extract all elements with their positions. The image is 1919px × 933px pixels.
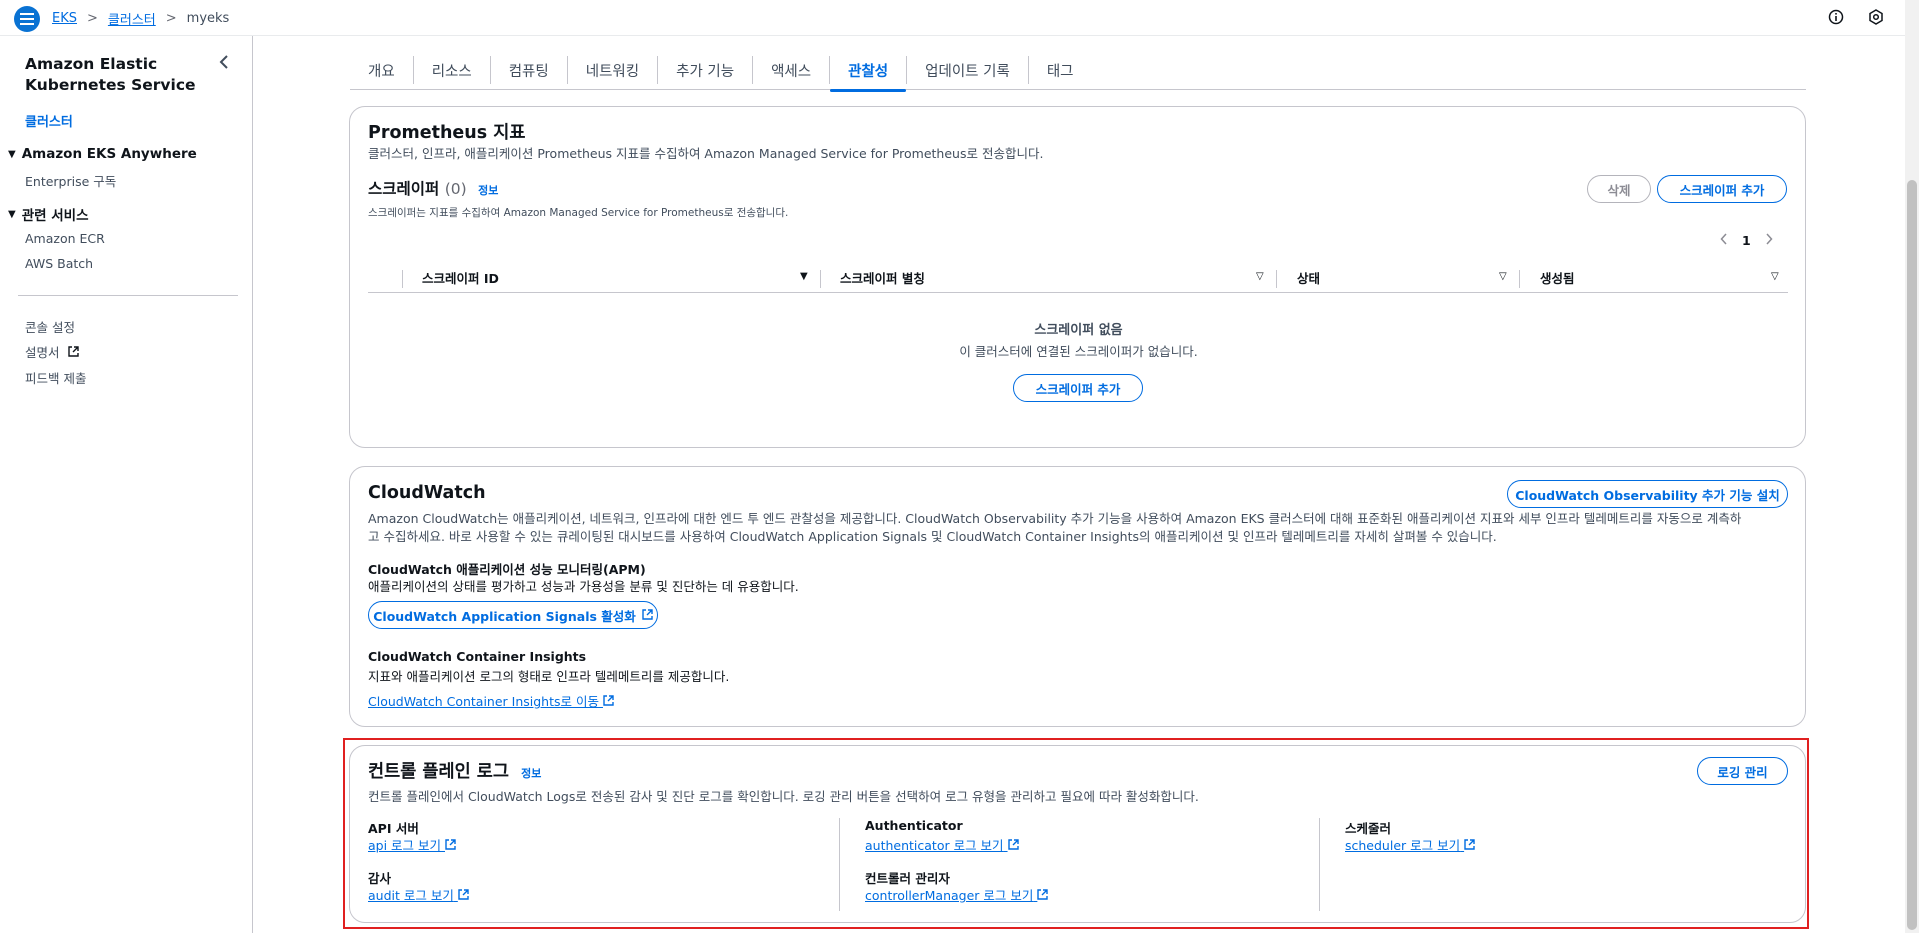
sidebar-item-ecr[interactable]: Amazon ECR [25, 231, 105, 246]
column-scraper-id[interactable]: 스크레이퍼 ID [422, 263, 499, 291]
sidebar-section-eks-anywhere[interactable]: ▼ Amazon EKS Anywhere [8, 146, 197, 162]
sidebar-section-related-services[interactable]: ▼ 관련 서비스 [8, 204, 89, 224]
info-link[interactable]: 정보 [478, 184, 498, 197]
cloudwatch-description-line2: 고 수집하세요. 바로 사용할 수 있는 큐레이팅된 대시보드를 사용하여 Cl… [368, 529, 1497, 544]
cloudwatch-card: CloudWatch CloudWatch Observability 추가 기… [349, 466, 1806, 727]
sidebar-item-label: 설명서 [25, 345, 60, 360]
sort-icon[interactable]: ▽ [1256, 271, 1264, 282]
info-icon[interactable] [1827, 8, 1845, 26]
tab-access[interactable]: 액세스 [753, 56, 831, 84]
delete-button[interactable]: 삭제 [1587, 175, 1651, 203]
chevron-right-icon: > [87, 11, 98, 26]
apm-description: 애플리케이션의 상태를 평가하고 성능과 가용성을 분류 및 진단하는 데 유용… [368, 579, 799, 594]
column-separator [402, 270, 403, 288]
caret-down-icon: ▼ [8, 208, 16, 220]
container-insights-link[interactable]: CloudWatch Container Insights로 이동 [368, 691, 614, 710]
scraper-header: 스크레이퍼 (0) 정보 [368, 177, 498, 199]
scraper-count: (0) [444, 180, 467, 198]
prometheus-description: 클러스터, 인프라, 애플리케이션 Prometheus 지표를 수집하여 Am… [368, 146, 1044, 161]
tab-networking[interactable]: 네트워킹 [568, 56, 659, 84]
enable-application-signals-button[interactable]: CloudWatch Application Signals 활성화 [368, 601, 658, 629]
scrollbar-thumb[interactable] [1907, 180, 1917, 930]
scraper-description: 스크레이퍼는 지표를 수집하여 Amazon Managed Service f… [368, 207, 789, 219]
breadcrumb-clusters[interactable]: 클러스터 [108, 9, 156, 28]
scraper-title: 스크레이퍼 [368, 180, 440, 198]
caret-down-icon: ▼ [8, 148, 16, 160]
breadcrumb-eks[interactable]: EKS [52, 11, 77, 26]
table-header: 스크레이퍼 ID ▼ 스크레이퍼 별칭 ▽ 상태 ▽ 생성됨 ▽ [368, 263, 1788, 293]
prometheus-title: Prometheus 지표 [368, 123, 526, 143]
sidebar-item-clusters[interactable]: 클러스터 [25, 111, 73, 130]
menu-icon[interactable] [14, 6, 40, 32]
tab-tags[interactable]: 태그 [1029, 56, 1092, 84]
sort-icon[interactable]: ▽ [1771, 271, 1779, 282]
tab-addons[interactable]: 추가 기능 [658, 56, 754, 84]
tab-update-history[interactable]: 업데이트 기록 [907, 56, 1029, 84]
external-link-icon [603, 694, 614, 709]
empty-add-scraper-button[interactable]: 스크레이퍼 추가 [1013, 374, 1143, 402]
settings-icon[interactable] [1867, 8, 1885, 26]
cloudwatch-description-line1: Amazon CloudWatch는 애플리케이션, 네트워크, 인프라에 대한… [368, 511, 1742, 526]
column-scraper-alias[interactable]: 스크레이퍼 별칭 [840, 263, 925, 291]
breadcrumb: EKS > 클러스터 > myeks [52, 9, 229, 28]
button-label: CloudWatch Application Signals 활성화 [373, 608, 636, 624]
scrollbar[interactable] [1905, 0, 1919, 933]
sort-icon[interactable]: ▽ [1499, 271, 1507, 282]
column-separator [820, 270, 821, 288]
tab-observability[interactable]: 관찰성 [830, 56, 908, 92]
sidebar-section-label: Amazon EKS Anywhere [21, 146, 197, 162]
empty-state-description: 이 클러스터에 연결된 스크레이퍼가 없습니다. [959, 344, 1198, 359]
external-link-icon [67, 345, 79, 360]
tab-bar: 개요 리소스 컴퓨팅 네트워킹 추가 기능 액세스 관찰성 업데이트 기록 태그 [350, 50, 1806, 92]
empty-state-title: 스크레이퍼 없음 [1034, 323, 1123, 338]
sidebar-section-label: 관련 서비스 [21, 208, 89, 224]
add-scraper-button[interactable]: 스크레이퍼 추가 [1657, 175, 1787, 203]
sidebar-divider [18, 295, 238, 296]
external-link-icon [642, 608, 653, 623]
sort-icon[interactable]: ▼ [800, 271, 808, 282]
page-number[interactable]: 1 [1742, 233, 1751, 248]
chevron-left-icon[interactable] [218, 54, 230, 73]
link-label: CloudWatch Container Insights로 이동 [368, 694, 599, 709]
sidebar-title: Amazon Elastic Kubernetes Service [25, 55, 196, 94]
breadcrumb-current: myeks [186, 11, 230, 26]
chevron-left-icon[interactable] [1720, 233, 1728, 248]
container-insights-title: CloudWatch Container Insights [368, 649, 587, 664]
column-separator [1519, 270, 1520, 288]
tab-overview[interactable]: 개요 [350, 56, 414, 84]
install-observability-addon-button[interactable]: CloudWatch Observability 추가 기능 설치 [1507, 480, 1788, 508]
sidebar-item-feedback[interactable]: 피드백 제출 [25, 368, 86, 387]
column-separator [1276, 270, 1277, 288]
sidebar: Amazon Elastic Kubernetes Service 클러스터 ▼… [0, 36, 253, 933]
sidebar-item-console-settings[interactable]: 콘솔 설정 [25, 317, 75, 336]
cloudwatch-title: CloudWatch [368, 483, 486, 503]
pagination: 1 [1720, 233, 1773, 248]
sidebar-item-docs[interactable]: 설명서 [25, 342, 79, 361]
column-created[interactable]: 생성됨 [1540, 263, 1575, 291]
tab-compute[interactable]: 컴퓨팅 [491, 56, 568, 84]
tab-resources[interactable]: 리소스 [414, 56, 491, 84]
prometheus-card: Prometheus 지표 클러스터, 인프라, 애플리케이션 Promethe… [349, 106, 1806, 448]
highlight-box [343, 738, 1809, 929]
chevron-right-icon[interactable] [1765, 233, 1773, 248]
sidebar-item-enterprise[interactable]: Enterprise 구독 [25, 171, 116, 190]
sidebar-item-batch[interactable]: AWS Batch [25, 256, 93, 271]
top-navigation-bar: EKS > 클러스터 > myeks [0, 0, 1919, 36]
chevron-right-icon: > [165, 11, 177, 26]
container-insights-description: 지표와 애플리케이션 로그의 형태로 인프라 텔레메트리를 제공합니다. [368, 669, 730, 684]
column-status[interactable]: 상태 [1297, 263, 1320, 291]
